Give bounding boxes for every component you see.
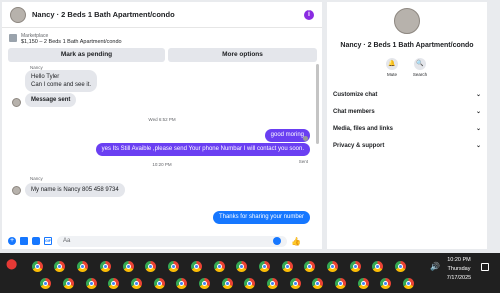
chrome-icon[interactable]: [154, 278, 165, 289]
plus-icon[interactable]: +: [8, 237, 16, 245]
search-label: Search: [412, 72, 428, 77]
section-label: Customize chat: [333, 92, 378, 98]
section-label: Privacy & support: [333, 143, 385, 149]
outgoing-message: Thanks for sharing your number: [212, 211, 310, 224]
message-bubble: My name is Nancy 805 458 9734: [25, 183, 125, 197]
contact-avatar-large[interactable]: [394, 8, 420, 34]
listing-description[interactable]: $1,150 – 2 Beds 1 Bath Apartment/condo: [21, 39, 122, 45]
chrome-icon[interactable]: [191, 261, 202, 272]
message-text: Hello Tyler: [31, 74, 60, 80]
chrome-icon[interactable]: [290, 278, 301, 289]
chat-title[interactable]: Nancy · 2 Beds 1 Bath Apartment/condo: [32, 10, 175, 19]
message-input[interactable]: Aa: [57, 235, 287, 247]
mute-button[interactable]: 🔔 Mute: [377, 58, 407, 77]
chrome-icon[interactable]: [32, 261, 43, 272]
chevron-down-icon: ⌄: [475, 126, 481, 132]
chrome-icon[interactable]: [214, 261, 225, 272]
sender-avatar: [12, 98, 21, 107]
marketplace-listing: Marketplace $1,150 – 2 Beds 1 Bath Apart…: [2, 29, 322, 65]
photo-icon[interactable]: [20, 237, 28, 245]
chrome-icon[interactable]: [327, 261, 338, 272]
clock-date: 7/17/2025: [446, 275, 472, 281]
chevron-down-icon: ⌄: [475, 143, 481, 149]
chrome-icon[interactable]: [199, 278, 210, 289]
sticker-icon[interactable]: [32, 237, 40, 245]
chrome-icon[interactable]: [335, 278, 346, 289]
mute-label: Mute: [386, 72, 397, 77]
chrome-icon[interactable]: [236, 261, 247, 272]
clock-day: Thursday: [447, 266, 471, 272]
chrome-icon[interactable]: [395, 261, 406, 272]
sent-status: Sent: [298, 159, 308, 164]
chrome-icon[interactable]: [372, 261, 383, 272]
section-chat-members[interactable]: Chat members ⌄: [333, 106, 481, 118]
info-icon[interactable]: i: [304, 10, 314, 20]
volume-icon[interactable]: 🔊: [430, 262, 440, 271]
chrome-icon[interactable]: [282, 261, 293, 272]
search-icon: 🔍: [414, 58, 426, 70]
chevron-down-icon: ⌄: [475, 92, 481, 98]
chrome-icon[interactable]: [86, 278, 97, 289]
message-list: Nancy Hello Tyler Can I come and see it.…: [2, 65, 322, 233]
chrome-icon[interactable]: [108, 278, 119, 289]
chat-panel: Nancy · 2 Beds 1 Bath Apartment/condo i …: [2, 2, 322, 249]
thumbs-up-icon[interactable]: 👍: [291, 237, 301, 246]
section-label: Chat members: [333, 109, 375, 115]
outgoing-message: yes Its Still Avaible ,please send Your …: [95, 143, 310, 156]
chrome-icon[interactable]: [358, 278, 369, 289]
message-bubble: Message sent: [25, 93, 77, 107]
contact-name: Nancy · 2 Beds 1 Bath Apartment/condo: [340, 42, 474, 49]
sender-avatar: [12, 186, 21, 195]
chrome-icon[interactable]: [267, 278, 278, 289]
contact-avatar[interactable]: [10, 6, 26, 23]
bell-icon: 🔔: [386, 58, 398, 70]
gif-icon[interactable]: GIF: [44, 237, 52, 245]
chrome-icon[interactable]: [123, 261, 134, 272]
timestamp: Wed 6:52 PM: [148, 117, 176, 122]
chrome-icon[interactable]: [100, 261, 111, 272]
scrollbar[interactable]: [316, 64, 319, 144]
listing-thumbnail[interactable]: [9, 34, 17, 42]
clock-time: 10:20 PM: [447, 257, 471, 263]
chrome-icon[interactable]: [380, 278, 391, 289]
clock[interactable]: 10:20 PM Thursday 7/17/2025: [440, 256, 478, 283]
chrome-icon[interactable]: [131, 278, 142, 289]
chat-header: Nancy · 2 Beds 1 Bath Apartment/condo i: [2, 2, 322, 28]
taskbar: ⬤ 🔊 10:20 PM Thursday 7/17/2025: [0, 253, 500, 293]
section-customize-chat[interactable]: Customize chat ⌄: [333, 89, 481, 101]
chrome-icon[interactable]: [63, 278, 74, 289]
chrome-icon[interactable]: [304, 261, 315, 272]
message-bubble: Hello Tyler Can I come and see it.: [25, 70, 98, 92]
section-media-files-links[interactable]: Media, files and links ⌄: [333, 123, 481, 135]
chrome-icon[interactable]: [222, 278, 233, 289]
search-button[interactable]: 🔍 Search: [405, 58, 435, 77]
conversation-info-panel: Nancy · 2 Beds 1 Bath Apartment/condo 🔔 …: [327, 2, 487, 249]
notification-icon[interactable]: [481, 263, 489, 271]
chrome-icon[interactable]: [168, 261, 179, 272]
composer: + GIF Aa 👍: [2, 233, 322, 249]
chevron-down-icon: ⌄: [475, 109, 481, 115]
chrome-icon[interactable]: [40, 278, 51, 289]
start-icon[interactable]: ⬤: [6, 259, 18, 271]
chrome-icon[interactable]: [54, 261, 65, 272]
chrome-icon[interactable]: [312, 278, 323, 289]
chrome-icon[interactable]: [350, 261, 361, 272]
emoji-icon[interactable]: [273, 237, 281, 245]
timestamp: 10:20 PM: [152, 162, 172, 167]
seen-avatar: [303, 136, 308, 141]
section-label: Media, files and links: [333, 126, 394, 132]
chrome-icon[interactable]: [176, 278, 187, 289]
message-text: Can I come and see it.: [31, 82, 92, 88]
chrome-icon[interactable]: [77, 261, 88, 272]
chrome-icon[interactable]: [403, 278, 414, 289]
chrome-icon[interactable]: [244, 278, 255, 289]
sender-name: Nancy: [30, 176, 43, 181]
more-options-button[interactable]: More options: [168, 48, 317, 62]
chrome-icon[interactable]: [259, 261, 270, 272]
mark-as-pending-button[interactable]: Mark as pending: [8, 48, 165, 62]
chrome-icon[interactable]: [145, 261, 156, 272]
section-privacy-support[interactable]: Privacy & support ⌄: [333, 140, 481, 152]
